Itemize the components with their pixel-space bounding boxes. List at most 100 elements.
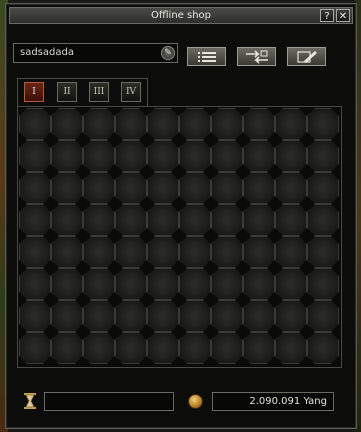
inventory-slot[interactable] [147, 140, 179, 172]
list-button[interactable] [187, 47, 226, 66]
inventory-slot[interactable] [307, 236, 339, 268]
inventory-slot[interactable] [51, 172, 83, 204]
hourglass-icon [24, 393, 36, 409]
inventory-slot[interactable] [115, 108, 147, 140]
inventory-slot[interactable] [211, 140, 243, 172]
inventory-slot[interactable] [147, 204, 179, 236]
inventory-slot[interactable] [243, 204, 275, 236]
shop-name-value: sadsadada [20, 47, 74, 58]
inventory-slot[interactable] [51, 332, 83, 364]
list-icon [197, 52, 216, 62]
inventory-slot[interactable] [179, 268, 211, 300]
inventory-slot[interactable] [147, 108, 179, 140]
inventory-slot[interactable] [83, 268, 115, 300]
inventory-slot[interactable] [243, 236, 275, 268]
page-tab-4[interactable]: IV [121, 82, 141, 102]
inventory-slot[interactable] [83, 332, 115, 364]
window-title: Offline shop [151, 10, 211, 21]
inventory-slot[interactable] [179, 300, 211, 332]
inventory-slot[interactable] [115, 236, 147, 268]
inventory-slot[interactable] [51, 108, 83, 140]
inventory-slot[interactable] [179, 172, 211, 204]
inventory-slot[interactable] [275, 236, 307, 268]
inventory-slot[interactable] [51, 236, 83, 268]
transfer-button[interactable] [237, 47, 276, 66]
inventory-slot[interactable] [243, 172, 275, 204]
inventory-slot[interactable] [179, 332, 211, 364]
transfer-icon [245, 50, 268, 64]
inventory-slot[interactable] [307, 332, 339, 364]
inventory-slot[interactable] [19, 268, 51, 300]
inventory-slot[interactable] [147, 172, 179, 204]
inventory-slot[interactable] [19, 300, 51, 332]
inventory-slot[interactable] [83, 204, 115, 236]
inventory-slot[interactable] [19, 236, 51, 268]
inventory-slot[interactable] [83, 140, 115, 172]
inventory-slot[interactable] [83, 108, 115, 140]
page-tab-3[interactable]: III [89, 82, 109, 102]
pencil-icon[interactable]: ✎ [161, 46, 175, 60]
inventory-slot[interactable] [83, 300, 115, 332]
inventory-slot[interactable] [275, 300, 307, 332]
inventory-slot[interactable] [115, 172, 147, 204]
inventory-slot[interactable] [179, 236, 211, 268]
inventory-slot[interactable] [19, 172, 51, 204]
time-field [44, 392, 174, 411]
inventory-slot[interactable] [211, 204, 243, 236]
inventory-slot[interactable] [83, 172, 115, 204]
inventory-slot[interactable] [243, 140, 275, 172]
inventory-slot[interactable] [211, 300, 243, 332]
inventory-slot[interactable] [51, 204, 83, 236]
inventory-slot[interactable] [147, 268, 179, 300]
inventory-slot[interactable] [115, 140, 147, 172]
inventory-slot[interactable] [275, 332, 307, 364]
inventory-slot[interactable] [115, 300, 147, 332]
inventory-slot[interactable] [19, 108, 51, 140]
inventory-slot[interactable] [275, 204, 307, 236]
close-button[interactable]: ✕ [336, 9, 350, 22]
inventory-slot[interactable] [211, 268, 243, 300]
inventory-slot[interactable] [179, 108, 211, 140]
inventory-slot[interactable] [275, 172, 307, 204]
inventory-slot[interactable] [147, 300, 179, 332]
inventory-slot[interactable] [275, 268, 307, 300]
page-tab-1[interactable]: I [24, 82, 44, 102]
inventory-slot[interactable] [19, 140, 51, 172]
help-button[interactable]: ? [320, 9, 334, 22]
inventory-slot[interactable] [83, 236, 115, 268]
inventory-slot[interactable] [211, 108, 243, 140]
inventory-slot[interactable] [19, 332, 51, 364]
inventory-slot[interactable] [179, 140, 211, 172]
inventory-slot[interactable] [307, 204, 339, 236]
inventory-slot[interactable] [51, 300, 83, 332]
inventory-slot[interactable] [307, 108, 339, 140]
coin-icon [188, 394, 203, 409]
inventory-slot[interactable] [243, 300, 275, 332]
inventory-slot[interactable] [147, 332, 179, 364]
inventory-slot[interactable] [243, 332, 275, 364]
inventory-slot[interactable] [115, 268, 147, 300]
inventory-slot[interactable] [19, 204, 51, 236]
inventory-slot[interactable] [115, 204, 147, 236]
inventory-slot[interactable] [307, 172, 339, 204]
inventory-slot[interactable] [211, 332, 243, 364]
title-bar[interactable]: Offline shop ? ✕ [9, 7, 353, 24]
inventory-slot[interactable] [275, 140, 307, 172]
inventory-slot[interactable] [211, 236, 243, 268]
inventory-slot[interactable] [307, 300, 339, 332]
inventory-slot[interactable] [307, 268, 339, 300]
yang-amount: 2.090.091 Yang [249, 396, 327, 407]
inventory-slot[interactable] [51, 140, 83, 172]
page-tab-2[interactable]: II [57, 82, 77, 102]
inventory-slot[interactable] [243, 108, 275, 140]
inventory-slot[interactable] [147, 236, 179, 268]
inventory-slot[interactable] [275, 108, 307, 140]
edit-shop-button[interactable] [287, 47, 326, 66]
shop-name-field[interactable]: sadsadada ✎ [13, 43, 178, 63]
inventory-slot[interactable] [51, 268, 83, 300]
inventory-slot[interactable] [243, 268, 275, 300]
inventory-slot[interactable] [307, 140, 339, 172]
inventory-slot[interactable] [211, 172, 243, 204]
inventory-slot[interactable] [115, 332, 147, 364]
inventory-slot[interactable] [179, 204, 211, 236]
